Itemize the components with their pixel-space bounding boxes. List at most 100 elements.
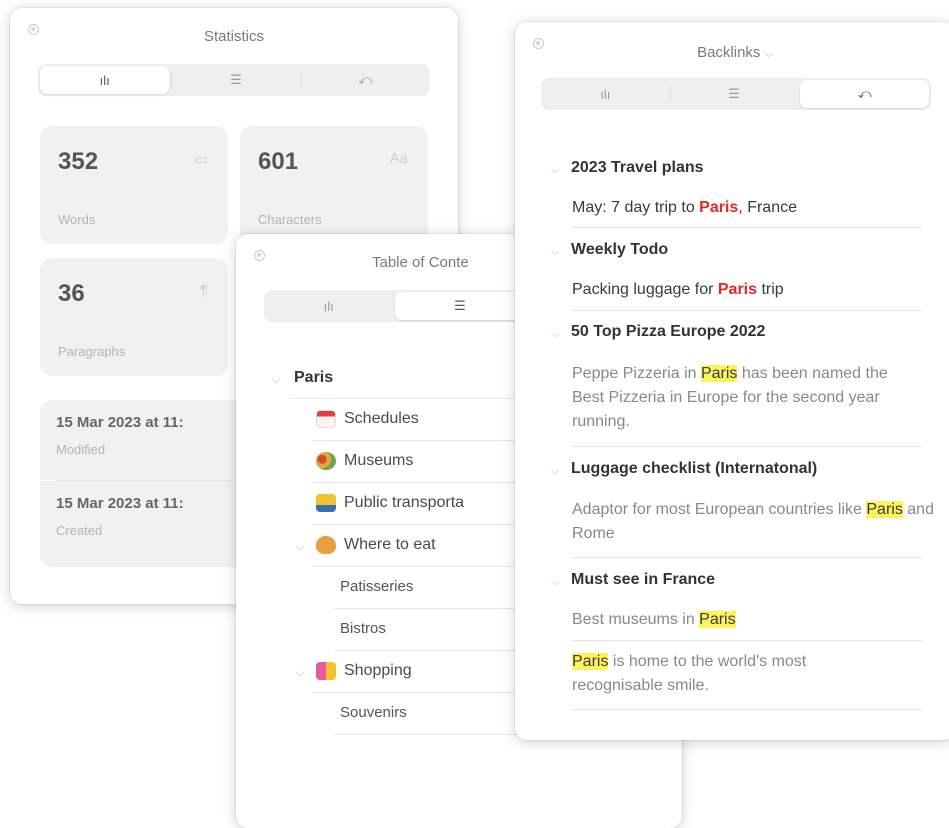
words-count: 352 [58,148,99,175]
toc-label: Souvenirs [340,704,407,721]
chevron-down-icon[interactable]: ⌵ [551,164,559,177]
words-label: Words [58,212,96,227]
backlink-heading[interactable]: Weekly Todo [571,241,668,259]
words-card: 352 ▭ Words [40,126,228,244]
list-icon: ☰ [728,86,740,101]
match-text: Paris [866,501,903,518]
speech-bubble-icon: ▭ [193,151,208,168]
divider [572,310,922,311]
close-icon[interactable] [254,250,265,261]
toc-item-shopping[interactable]: Shopping [316,662,412,680]
tram-icon [316,494,336,512]
divider [572,557,922,558]
backlink-snippet[interactable]: Adaptor for most European countries like… [572,498,937,546]
toc-item-where-to-eat[interactable]: Where to eat [316,536,436,554]
toc-label: Bistros [340,620,386,637]
tab-backlinks[interactable]: ⤺ [300,64,430,96]
tab-table-of-contents[interactable]: ☰ [171,64,300,96]
bar-chart-icon: ılı [600,86,611,102]
divider [572,446,922,447]
tab-table-of-contents[interactable]: ☰ [669,78,799,110]
chevron-down-icon[interactable]: ⌵ [551,465,559,478]
bar-chart-icon: ılı [99,72,110,88]
palette-icon [316,452,336,470]
backlink-snippet[interactable]: Paris is home to the world's most recogn… [572,650,832,698]
modified-date: 15 Mar 2023 at 11: [56,414,184,431]
snippet-text: Adaptor for most European countries like [572,501,867,518]
backlink-snippet[interactable]: May: 7 day trip to Paris, France [572,196,932,220]
match-text: Paris [717,281,758,298]
toc-label: Paris [294,369,334,386]
snippet-text: May: 7 day trip to [572,199,700,216]
tab-statistics[interactable]: ılı [541,78,670,110]
snippet-text: is home to the world's most recognisable… [572,653,807,694]
snippet-text: Peppe Pizzeria in [572,365,701,382]
backlink-arrow-icon: ⤺ [857,86,872,101]
tab-statistics[interactable]: ılı [264,290,393,322]
toc-item-patisseries[interactable]: Patisseries [340,578,413,595]
backlink-snippet[interactable]: Peppe Pizzeria in Paris has been named t… [572,362,912,434]
toc-item-bistros[interactable]: Bistros [340,620,386,637]
bar-chart-icon: ılı [323,298,334,314]
toc-label: Schedules [344,410,419,427]
chevron-down-icon[interactable]: ⌵ [551,246,559,259]
match-text: Paris [700,365,738,382]
backlink-arrow-icon: ⤺ [358,72,373,87]
toc-item-paris[interactable]: Paris [294,369,333,387]
toc-label: Public transporta [344,494,465,511]
backlink-snippet[interactable]: Packing luggage for Paris trip [572,278,932,302]
snippet-text: trip [757,281,784,298]
characters-card: 601 Aa Characters [240,126,428,244]
toc-label: Where to eat [344,536,436,553]
panel-title[interactable]: Backlinks ⌵ [515,44,949,61]
view-switcher: ılı ☰ ⤺ [38,64,430,96]
backlink-heading[interactable]: Must see in France [571,571,715,589]
chevron-down-icon[interactable]: ⌵ [272,374,280,387]
croissant-icon [316,536,336,554]
list-icon: ☰ [454,298,466,313]
match-text: Paris [699,611,736,628]
shopping-bags-icon [316,662,336,680]
backlink-heading[interactable]: 2023 Travel plans [571,159,704,177]
divider [572,709,922,710]
text-size-icon: Aa [389,150,408,167]
characters-count: 601 [258,148,299,175]
chevron-down-icon: ⌵ [764,48,773,60]
created-date: 15 Mar 2023 at 11: [56,495,184,512]
calendar-icon [316,410,336,428]
divider [572,640,922,641]
backlink-heading[interactable]: Luggage checklist (Internatonal) [571,460,817,478]
toc-item-souvenirs[interactable]: Souvenirs [340,704,407,721]
created-label: Created [56,523,103,538]
tab-backlinks[interactable]: ⤺ [800,80,930,108]
match-text: Paris [572,653,609,670]
snippet-text: Packing luggage for [572,281,718,298]
tab-table-of-contents[interactable]: ☰ [395,292,525,320]
chevron-down-icon[interactable]: ⌵ [296,667,304,680]
toc-label: Shopping [344,662,412,679]
toc-label: Museums [344,452,414,469]
panel-title-text: Backlinks [697,44,761,61]
paragraphs-count: 36 [58,280,85,307]
backlink-snippet[interactable]: Best museums in Paris [572,608,932,632]
toc-item-schedules[interactable]: Schedules [316,410,419,428]
backlinks-panel: Backlinks ⌵ ılı ☰ ⤺ ⌵ 2023 Travel plans … [515,22,949,740]
characters-label: Characters [258,212,322,227]
backlink-heading[interactable]: 50 Top Pizza Europe 2022 [571,323,765,341]
snippet-text: , France [738,199,797,216]
view-switcher: ılı ☰ ⤺ [541,78,931,110]
modified-label: Modified [56,442,106,457]
paragraphs-label: Paragraphs [58,344,126,359]
tab-statistics[interactable]: ılı [40,66,170,94]
pilcrow-icon: ¶ [199,282,208,299]
chevron-down-icon[interactable]: ⌵ [551,328,559,341]
paragraphs-card: 36 ¶ Paragraphs [40,258,228,376]
toc-item-museums[interactable]: Museums [316,452,413,470]
divider [572,227,922,228]
toc-item-public-transport[interactable]: Public transporta [316,494,464,512]
panel-title: Statistics [203,28,264,45]
chevron-down-icon[interactable]: ⌵ [296,541,304,554]
chevron-down-icon[interactable]: ⌵ [551,576,559,589]
snippet-text: Best museums in [572,611,700,628]
match-text: Paris [699,199,739,216]
